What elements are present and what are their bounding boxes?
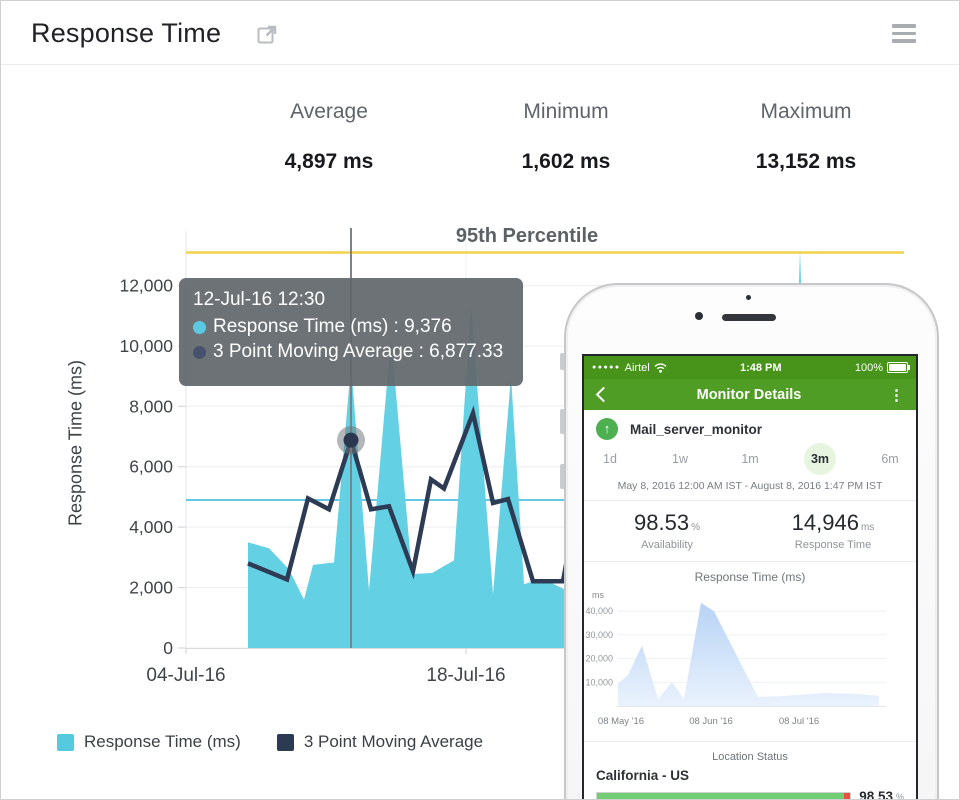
wifi-icon — [654, 363, 667, 373]
phone-status-bar: ●●●●● Airtel 1:48 PM 100% — [584, 356, 916, 379]
page-title: Response Time — [31, 18, 221, 49]
battery-icon — [887, 362, 908, 373]
tab-3m-active[interactable]: 3m — [804, 443, 836, 475]
metric-unit: ms — [861, 522, 874, 533]
metric-value: 98.53 — [634, 510, 689, 535]
location-status-title: Location Status — [584, 751, 916, 763]
phone-sensor-dot — [746, 295, 751, 300]
tooltip-row-text: 3 Point Moving Average : 6,877.33 — [213, 341, 503, 363]
svg-text:30,000: 30,000 — [585, 630, 613, 640]
svg-text:2,000: 2,000 — [129, 578, 173, 598]
legend-swatch — [277, 734, 294, 751]
svg-text:10,000: 10,000 — [119, 336, 173, 356]
svg-text:08 May '16: 08 May '16 — [598, 716, 644, 727]
response-time-widget: 0 2,000 4,000 6,000 8,000 10,000 12,000 04-Jul-… — [0, 0, 960, 800]
svg-text:04-Jul-16: 04-Jul-16 — [146, 665, 225, 686]
divider — [584, 741, 916, 742]
chart-legend: Response Time (ms) 3 Point Moving Averag… — [57, 732, 483, 752]
tooltip-row-text: Response Time (ms) : 9,376 — [213, 316, 452, 338]
metric-response-time: 14,946ms Response Time — [750, 510, 916, 551]
svg-text:08 Jul '16: 08 Jul '16 — [779, 716, 819, 727]
divider — [584, 561, 916, 562]
phone-speaker — [722, 314, 776, 321]
svg-text:20,000: 20,000 — [585, 654, 613, 664]
stat-label: Average — [229, 100, 429, 124]
battery-percent-label: 100% — [855, 362, 883, 374]
legend-label: 3 Point Moving Average — [304, 732, 483, 752]
phone-response-chart[interactable]: 10,000 20,000 30,000 40,000 ms 08 May '16 08 J… — [584, 584, 916, 736]
legend-item-response-time[interactable]: Response Time (ms) — [57, 732, 241, 752]
legend-label: Response Time (ms) — [84, 732, 241, 752]
stat-label: Minimum — [466, 100, 666, 124]
series-dot-moving-average — [193, 346, 206, 359]
phone-screen: ●●●●● Airtel 1:48 PM 100% Monitor Detail… — [582, 354, 918, 800]
svg-text:10,000: 10,000 — [585, 677, 613, 687]
clock-label: 1:48 PM — [667, 362, 855, 374]
tab-1d[interactable]: 1d — [594, 443, 626, 475]
monitor-name: Mail_server_monitor — [630, 422, 762, 437]
metric-label: Response Time — [750, 539, 916, 551]
stat-average: Average 4,897 ms — [229, 100, 429, 174]
phone-screen-title: Monitor Details — [609, 387, 889, 403]
metric-availability: 98.53% Availability — [584, 510, 750, 551]
legend-item-moving-average[interactable]: 3 Point Moving Average — [277, 732, 483, 752]
carrier-label: Airtel — [625, 362, 650, 374]
series-dot-response-time — [193, 321, 206, 334]
tab-6m[interactable]: 6m — [874, 443, 906, 475]
svg-text:18-Jul-16: 18-Jul-16 — [426, 665, 505, 686]
svg-text:ms: ms — [592, 590, 604, 600]
kebab-menu-icon[interactable]: ⋮ — [889, 386, 904, 404]
stat-value: 1,602 ms — [466, 150, 666, 174]
progress-red-segment — [844, 793, 850, 800]
tooltip-row-response-time: Response Time (ms) : 9,376 — [193, 316, 523, 338]
external-link-icon[interactable] — [257, 23, 279, 45]
svg-text:8,000: 8,000 — [129, 396, 173, 416]
stat-maximum: Maximum 13,152 ms — [706, 100, 906, 174]
progress-green-segment — [597, 793, 844, 800]
chart-title: 95th Percentile — [187, 225, 867, 248]
svg-text:0: 0 — [163, 638, 173, 658]
svg-text:08 Jun '16: 08 Jun '16 — [689, 716, 733, 727]
chart-tooltip: 12-Jul-16 12:30 Response Time (ms) : 9,3… — [179, 278, 523, 386]
stat-label: Maximum — [706, 100, 906, 124]
phone-nav-bar: Monitor Details ⋮ — [584, 379, 916, 410]
metric-label: Availability — [584, 539, 750, 551]
status-up-icon: ↑ — [596, 418, 618, 440]
location-percent-value: 98.53 — [859, 789, 893, 800]
availability-progress-bar — [596, 792, 851, 800]
phone-metrics: 98.53% Availability 14,946ms Response Ti… — [584, 501, 916, 561]
tooltip-timestamp: 12-Jul-16 12:30 — [193, 289, 523, 311]
monitor-row[interactable]: ↑ Mail_server_monitor — [584, 410, 916, 442]
widget-header: Response Time — [1, 1, 959, 65]
svg-text:6,000: 6,000 — [129, 457, 173, 477]
tooltip-row-moving-average: 3 Point Moving Average : 6,877.33 — [193, 341, 523, 363]
metric-value: 14,946 — [792, 510, 859, 535]
svg-text:40,000: 40,000 — [585, 606, 613, 616]
date-range-label: May 8, 2016 12:00 AM IST - August 8, 201… — [584, 480, 916, 492]
tab-1m[interactable]: 1m — [734, 443, 766, 475]
phone-mockup: ●●●●● Airtel 1:48 PM 100% Monitor Detail… — [564, 283, 939, 800]
svg-text:4,000: 4,000 — [129, 517, 173, 537]
tab-1w[interactable]: 1w — [664, 443, 696, 475]
y-axis-title: Response Time (ms) — [66, 360, 87, 526]
hamburger-menu-icon[interactable] — [892, 24, 916, 47]
phone-chart-title: Response Time (ms) — [584, 570, 916, 584]
signal-strength-icon: ●●●●● — [592, 364, 621, 371]
stat-value: 13,152 ms — [706, 150, 906, 174]
stat-value: 4,897 ms — [229, 150, 429, 174]
location-progress-row: 98.53 % — [584, 789, 916, 800]
location-percent-unit: % — [896, 792, 904, 800]
phone-camera — [695, 312, 703, 320]
metric-unit: % — [691, 522, 700, 533]
time-range-tabs: 1d 1w 1m 3m 6m — [584, 442, 916, 476]
location-name: California - US — [584, 768, 916, 783]
svg-text:12,000: 12,000 — [119, 275, 173, 295]
legend-swatch — [57, 734, 74, 751]
stat-minimum: Minimum 1,602 ms — [466, 100, 666, 174]
